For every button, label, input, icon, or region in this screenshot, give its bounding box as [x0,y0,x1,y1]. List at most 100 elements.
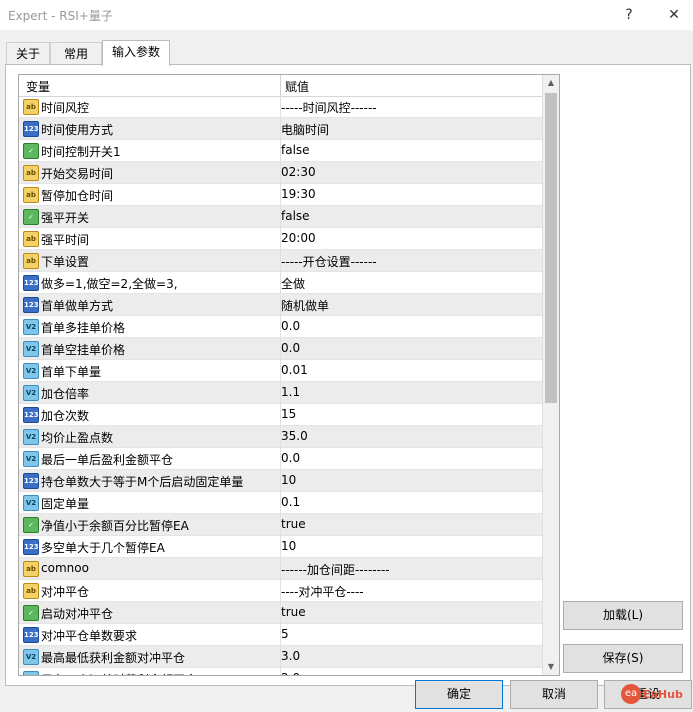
param-name: 暂停加仓时间 [41,189,114,203]
table-row[interactable]: V2 最后一单后盈利金额平仓 0.0 [19,448,542,470]
param-name: 首单做单方式 [41,299,114,313]
close-button[interactable]: ✕ [663,4,685,26]
param-type-ab-icon: ab [23,253,39,269]
param-type-v2-icon: V2 [23,649,39,665]
param-value[interactable]: 0.1 [281,495,300,509]
param-type-v2-icon: V2 [23,341,39,357]
param-value[interactable]: 10 [281,539,296,553]
table-row[interactable]: 123 首单做单方式 随机做单 [19,294,542,316]
table-row[interactable]: V2 固定单量 0.1 [19,492,542,514]
param-type-ab-icon: ab [23,561,39,577]
param-name: 首单空挂单价格 [41,343,126,357]
table-row[interactable]: ab 下单设置 -----开仓设置------ [19,250,542,272]
scroll-down-icon[interactable]: ▼ [543,659,559,675]
table-row[interactable]: 123 时间使用方式 电脑时间 [19,118,542,140]
column-header-variable[interactable]: 变量 [26,78,50,95]
param-type-ab-icon: ab [23,165,39,181]
table-row[interactable]: 123 多空单大于几个暂停EA 10 [19,536,542,558]
tab-about[interactable]: 关于 [6,42,50,65]
param-value[interactable]: 20:00 [281,231,316,245]
param-type-v2-icon: V2 [23,319,39,335]
param-value[interactable]: -----开仓设置------ [281,253,377,270]
param-value[interactable]: 电脑时间 [281,121,329,138]
param-value[interactable]: 2.0 [281,671,300,675]
table-row[interactable]: V2 首单多挂单价格 0.0 [19,316,542,338]
param-value[interactable]: 0.0 [281,451,300,465]
table-row[interactable]: ✓ 启动对冲平仓 true [19,602,542,624]
table-row[interactable]: 123 持仓单数大于等于M个后启动固定单量 10 [19,470,542,492]
load-button[interactable]: 加载(L) [563,601,683,630]
param-name: 加仓倍率 [41,387,90,401]
param-name: 多空单大于几个暂停EA [41,541,165,555]
save-button[interactable]: 保存(S) [563,644,683,673]
grid-header: 变量 赋值 [19,75,542,97]
table-row[interactable]: ab 对冲平仓 ----对冲平仓---- [19,580,542,602]
table-row[interactable]: ab 强平时间 20:00 [19,228,542,250]
parameters-grid: 变量 赋值 ab 时间风控 -----时间风控------ 123 时间使用方式 电脑时间… [18,74,560,676]
table-row[interactable]: ab comnoo ------加仓间距-------- [19,558,542,580]
param-type-v2-icon: V2 [23,429,39,445]
table-row[interactable]: V2 首单空挂单价格 0.0 [19,338,542,360]
table-row[interactable]: ab 开始交易时间 02:30 [19,162,542,184]
param-value[interactable]: 3.0 [281,649,300,663]
table-row[interactable]: V2只有一个订单时获利金额平仓 2.0 [19,668,542,675]
table-row[interactable]: ✓ 时间控制开关1 false [19,140,542,162]
param-type-i123-icon: 123 [23,297,39,313]
param-value[interactable]: 0.01 [281,363,308,377]
ok-button[interactable]: 确定 [415,680,503,709]
param-value[interactable]: ------加仓间距-------- [281,561,390,578]
param-value[interactable]: 全做 [281,275,305,292]
table-row[interactable]: ab 时间风控 -----时间风控------ [19,96,542,118]
param-value[interactable]: 随机做单 [281,297,329,314]
column-separator[interactable] [280,75,281,96]
table-row[interactable]: 123 做多=1,做空=2,全做=3, 全做 [19,272,542,294]
param-name: 固定单量 [41,497,90,511]
table-row[interactable]: ab 暂停加仓时间 19:30 [19,184,542,206]
param-value[interactable]: 15 [281,407,296,421]
param-value[interactable]: 1.1 [281,385,300,399]
param-name: 最后一单后盈利金额平仓 [41,453,174,467]
table-row[interactable]: V2 最高最低获利金额对冲平仓 3.0 [19,646,542,668]
param-type-i123-icon: 123 [23,275,39,291]
table-row[interactable]: ✓ 净值小于余额百分比暂停EA true [19,514,542,536]
table-row[interactable]: ✓ 强平开关 false [19,206,542,228]
param-value[interactable]: true [281,517,306,531]
param-value[interactable]: 19:30 [281,187,316,201]
param-type-v2-icon: V2 [23,385,39,401]
tab-input-parameters[interactable]: 输入参数 [102,40,170,66]
param-name: comnoo [41,561,89,575]
param-name: 开始交易时间 [41,167,114,181]
window-title: Expert - RSI+量子 [8,9,113,23]
column-header-value[interactable]: 赋值 [285,78,309,95]
param-name: 启动对冲平仓 [41,607,114,621]
table-row[interactable]: 123 加仓次数 15 [19,404,542,426]
param-value[interactable]: true [281,605,306,619]
vertical-scrollbar[interactable]: ▲ ▼ [542,75,559,675]
param-value[interactable]: ----对冲平仓---- [281,583,364,600]
param-value[interactable]: false [281,209,310,223]
scrollbar-thumb[interactable] [545,93,557,403]
table-row[interactable]: V2 首单下单量 0.01 [19,360,542,382]
param-value[interactable]: -----时间风控------ [281,99,377,116]
param-type-i123-icon: 123 [23,473,39,489]
help-button[interactable]: ? [618,4,640,26]
param-value[interactable]: false [281,143,310,157]
param-value[interactable]: 35.0 [281,429,308,443]
table-row[interactable]: V2 均价止盈点数 35.0 [19,426,542,448]
param-value[interactable]: 02:30 [281,165,316,179]
cancel-button[interactable]: 取消 [510,680,598,709]
param-value[interactable]: 5 [281,627,289,641]
table-row[interactable]: V2 加仓倍率 1.1 [19,382,542,404]
param-name: 下单设置 [41,255,90,269]
eahub-watermark: ea EaHub [615,680,689,710]
scroll-up-icon[interactable]: ▲ [543,75,559,91]
param-name: 均价止盈点数 [41,431,114,445]
tab-common[interactable]: 常用 [50,42,102,65]
watermark-text: EaHub [643,688,683,701]
param-value[interactable]: 10 [281,473,296,487]
param-type-ab-icon: ab [23,99,39,115]
table-row[interactable]: 123 对冲平仓单数要求 5 [19,624,542,646]
param-name: 只有一个订单时获利金额平仓 [41,671,197,675]
param-value[interactable]: 0.0 [281,319,300,333]
param-value[interactable]: 0.0 [281,341,300,355]
